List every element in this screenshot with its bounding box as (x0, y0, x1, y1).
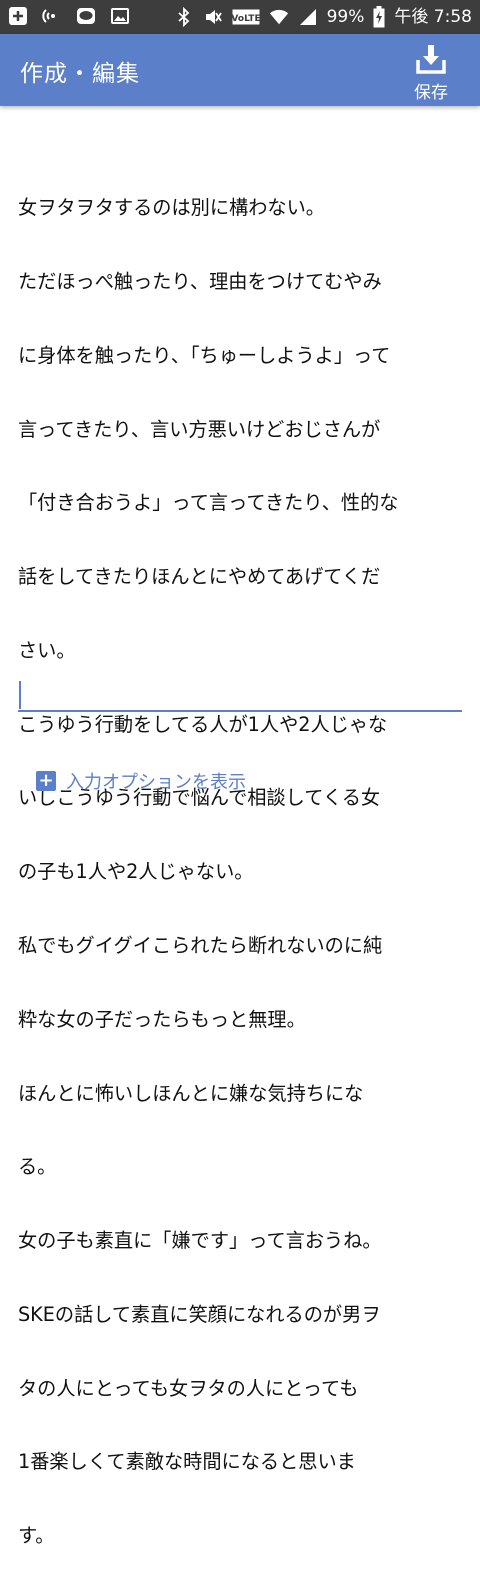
editor-line: タの人にとっても女ヲタの人にとっても (18, 1376, 359, 1400)
editor-underline (18, 710, 462, 712)
mute-icon (203, 7, 223, 27)
status-bar-notifications (8, 6, 130, 26)
bluetooth-icon (174, 7, 194, 27)
battery-charging-icon (373, 6, 385, 28)
input-options-label: 入力オプションを表示 (66, 772, 246, 793)
editor-line: こうゆう行動をしてる人が1人や2人じゃな (18, 712, 388, 736)
editor-line: 粋な女の子だったらもっと無理。 (18, 1007, 306, 1031)
signal-icon (298, 7, 318, 27)
text-cursor (19, 681, 21, 709)
volte-icon: VoLTE (232, 7, 260, 27)
editor-line: 私でもグイグイこられたら断れないのに純 (18, 934, 383, 957)
download-icon (406, 42, 456, 76)
editor-line: 話をしてきたりほんとにやめてあげてくだ (18, 565, 381, 589)
editor-line: の子も1人や2人じゃない。 (18, 860, 254, 884)
editor-line: 女ヲタヲタするのは別に構わない。 (18, 196, 325, 220)
editor-line: SKEの話して素直に笑顔になれるのが男ヲ (18, 1302, 381, 1326)
editor-line: ただほっぺ触ったり、理由をつけてむやみ (18, 269, 382, 293)
add-icon (8, 6, 28, 26)
status-time: 午後 7:58 (394, 7, 472, 27)
status-bar: VoLTE 99% 午後 7:58 (0, 0, 480, 34)
show-input-options-button[interactable]: + 入力オプションを表示 (36, 768, 246, 794)
editor-line: に身体を触ったり、「ちゅーしようよ」って (18, 343, 391, 367)
status-bar-system: VoLTE 99% 午後 7:58 (174, 5, 472, 29)
editor-line: る。 (18, 1155, 57, 1179)
post-text-editor[interactable]: 女ヲタヲタするのは別に構わない。 ただほっぺ触ったり、理由をつけてむやみ に身体… (18, 147, 463, 1573)
nfc-icon (42, 6, 62, 26)
line-app-icon (76, 6, 96, 26)
gallery-icon (110, 6, 130, 26)
battery-percent: 99% (326, 7, 365, 27)
editor-line: 1番楽しくて素敵な時間になると思いま (18, 1450, 356, 1474)
volte-label: VoLTE (232, 14, 260, 24)
editor-line: ほんとに怖いしほんとに嫌な気持ちにな (18, 1081, 364, 1105)
editor-line: 女の子も素直に「嫌です」って言おうね。 (18, 1229, 382, 1253)
editor-line: 「付き合おうよ」って言ってきたり、性的な (18, 491, 399, 515)
page-title: 作成・編集 (20, 61, 140, 87)
wifi-icon (269, 7, 289, 27)
plus-icon: + (36, 771, 56, 791)
save-button[interactable]: 保存 (406, 42, 456, 103)
editor-line: 言ってきたり、言い方悪いけどおじさんが (18, 417, 381, 441)
app-bar: 作成・編集 保存 (0, 34, 480, 106)
editor-line: さい。 (18, 638, 76, 662)
save-label: 保存 (414, 83, 448, 103)
editor-line: す。 (18, 1524, 55, 1548)
